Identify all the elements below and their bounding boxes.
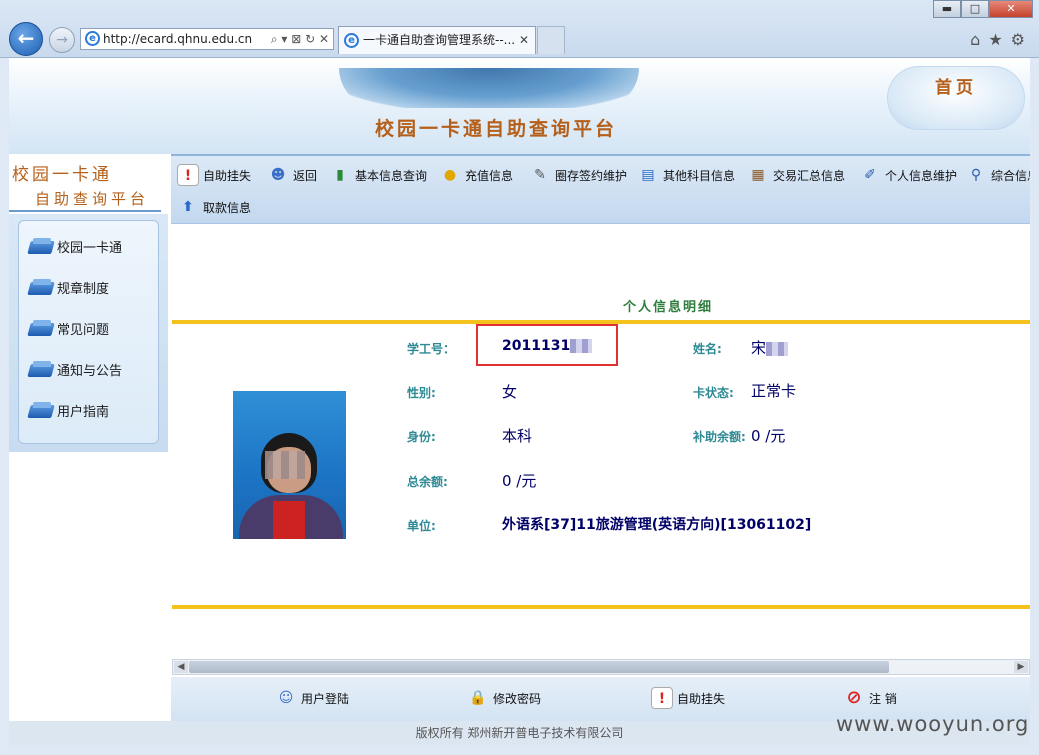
forward-button[interactable]: → [49,27,75,53]
tab-close-icon[interactable]: ✕ [519,27,529,53]
toolbar-recharge-info[interactable]: ● 充值信息 [439,164,513,186]
toolbar-transfer-sign[interactable]: ✎ 圈存签约维护 [529,164,627,186]
gender-label: 性别: [407,386,436,400]
lock-icon: 🔒 [469,690,487,706]
card-status-value: 正常卡 [751,382,797,400]
total-balance-label: 总余额: [407,475,448,489]
report-loss-link[interactable]: ! 自助挂失 [651,687,725,709]
home-icon[interactable]: ⌂ [970,30,980,49]
subsidy-label: 补助余额: [693,430,746,444]
logout-link[interactable]: ⊘ 注 销 [843,687,896,709]
settings-gear-icon[interactable]: ⚙ [1011,30,1025,49]
toolbar-withdrawal-info[interactable]: ⬆ 取款信息 [177,196,251,218]
globe-graphic [339,68,639,108]
pen-icon: ✎ [534,167,546,183]
sidebar-title-line2: 自助查询平台 [35,190,150,208]
name-label: 姓名: [693,342,722,356]
scroll-left-icon[interactable]: ◀ [174,661,188,673]
name-value: 宋 [751,337,789,358]
sidebar-title-line1: 校园一卡通 [12,165,112,185]
sidebar-menu: 校园一卡通 规章制度 常见问题 通知与公告 用户指南 [18,220,159,444]
card-status-label: 卡状态: [693,386,734,400]
exclamation-icon: ! [651,687,673,709]
window-chart-icon: ▤ [641,167,655,183]
toolbar-other-subjects[interactable]: ▤ 其他科目信息 [637,164,735,186]
banner: 校园一卡通自助查询平台 首页 [9,58,1030,154]
toolbar-comprehensive-info[interactable]: ⚲综合信息 [965,164,1030,186]
window-controls: ▬ □ ✕ [933,0,1033,18]
new-tab-button[interactable] [537,26,565,54]
student-id-label: 学工号： [407,342,456,356]
horizontal-scrollbar[interactable]: ◀ ▶ [172,659,1030,675]
folder-icon [27,278,55,297]
back-button[interactable]: ← [9,22,43,56]
sidebar-item-rules[interactable]: 规章制度 [27,278,109,297]
toolbar-report-loss[interactable]: ! 自助挂失 [177,164,251,186]
main-toolbar: ! 自助挂失 ☻ 返回 ▮ 基本信息查询 ● 充值信息 ✎ 圈存签约维护 ▤ 其他科目信息 … [171,154,1030,224]
address-url: http://ecard.qhnu.edu.cn [103,32,253,46]
watermark: www.wooyun.org [836,712,1030,736]
toolbar-transaction-summary[interactable]: ▦ 交易汇总信息 [747,164,845,186]
tab-title: 一卡通自助查询管理系统--... [363,33,516,47]
student-photo [233,391,346,539]
change-password-link[interactable]: 🔒 修改密码 [467,687,541,709]
subsidy-value: 0 /元 [751,427,786,445]
minimize-button[interactable]: ▬ [933,0,961,18]
boxes-icon: ▦ [751,167,765,183]
folder-icon [27,360,55,379]
scroll-thumb[interactable] [189,661,889,673]
banner-title: 校园一卡通自助查询平台 [375,118,618,140]
detail-title: 个人信息明细 [623,300,714,315]
sidebar-header: 校园一卡通 自助查询平台 [9,158,161,214]
bar-chart-icon: ▮ [336,167,344,183]
sidebar-item-guide[interactable]: 用户指南 [27,401,109,420]
web-page: 校园一卡通自助查询平台 首页 校园一卡通 自助查询平台 校园一卡通 规章制度 常… [9,58,1030,745]
maximize-button[interactable]: □ [961,0,989,18]
users-icon: ☻ [270,167,286,183]
arrow-box-icon: ⬆ [182,199,194,215]
folder-icon [27,401,55,420]
ie-icon: e [85,31,100,46]
unit-value: 外语系[37]11旅游管理(英语方向)[13061102] [502,517,812,533]
toolbar-personal-info[interactable]: ✐ 个人信息维护 [859,164,957,186]
sidebar-item-ecard[interactable]: 校园一卡通 [27,237,122,256]
browser-chrome: ▬ □ ✕ ← → e http://ecard.qhnu.edu.cn ⌕ ▾… [0,0,1039,58]
identity-label: 身份: [407,430,436,444]
magnifier-icon: ⚲ [970,167,982,183]
exclamation-icon: ! [177,164,199,186]
toolbar-basic-info[interactable]: ▮ 基本信息查询 [329,164,427,186]
no-entry-icon: ⊘ [846,687,862,708]
home-link-label: 首页 [935,78,977,98]
address-bar[interactable]: e http://ecard.qhnu.edu.cn ⌕ ▾ ⊠ ↻ ✕ [80,28,334,50]
identity-value: 本科 [502,427,533,445]
toolbar-back[interactable]: ☻ 返回 [267,164,317,186]
sidebar-item-notices[interactable]: 通知与公告 [27,360,122,379]
browser-tab[interactable]: e 一卡通自助查询管理系统--... ✕ [338,26,536,54]
highlight-box [476,324,618,366]
ie-icon: e [344,33,359,48]
login-link[interactable]: ☺ 用户登陆 [275,687,349,709]
divider-bottom [172,605,1030,609]
unit-label: 单位: [407,519,436,533]
home-link[interactable]: 首页 [887,66,1025,130]
favorites-star-icon[interactable]: ★ [988,30,1002,49]
sidebar-item-faq[interactable]: 常见问题 [27,319,109,338]
edit-window-icon: ✐ [864,167,876,183]
total-balance-value: 0 /元 [502,472,537,490]
folder-icon [27,237,55,256]
user-icon: ☺ [278,690,294,706]
folder-icon [27,319,55,338]
address-tools-icon[interactable]: ⌕ ▾ ⊠ ↻ ✕ [271,29,329,49]
coins-icon: ● [443,167,457,183]
gender-value: 女 [502,383,518,401]
close-window-button[interactable]: ✕ [989,0,1033,18]
scroll-right-icon[interactable]: ▶ [1014,661,1028,673]
